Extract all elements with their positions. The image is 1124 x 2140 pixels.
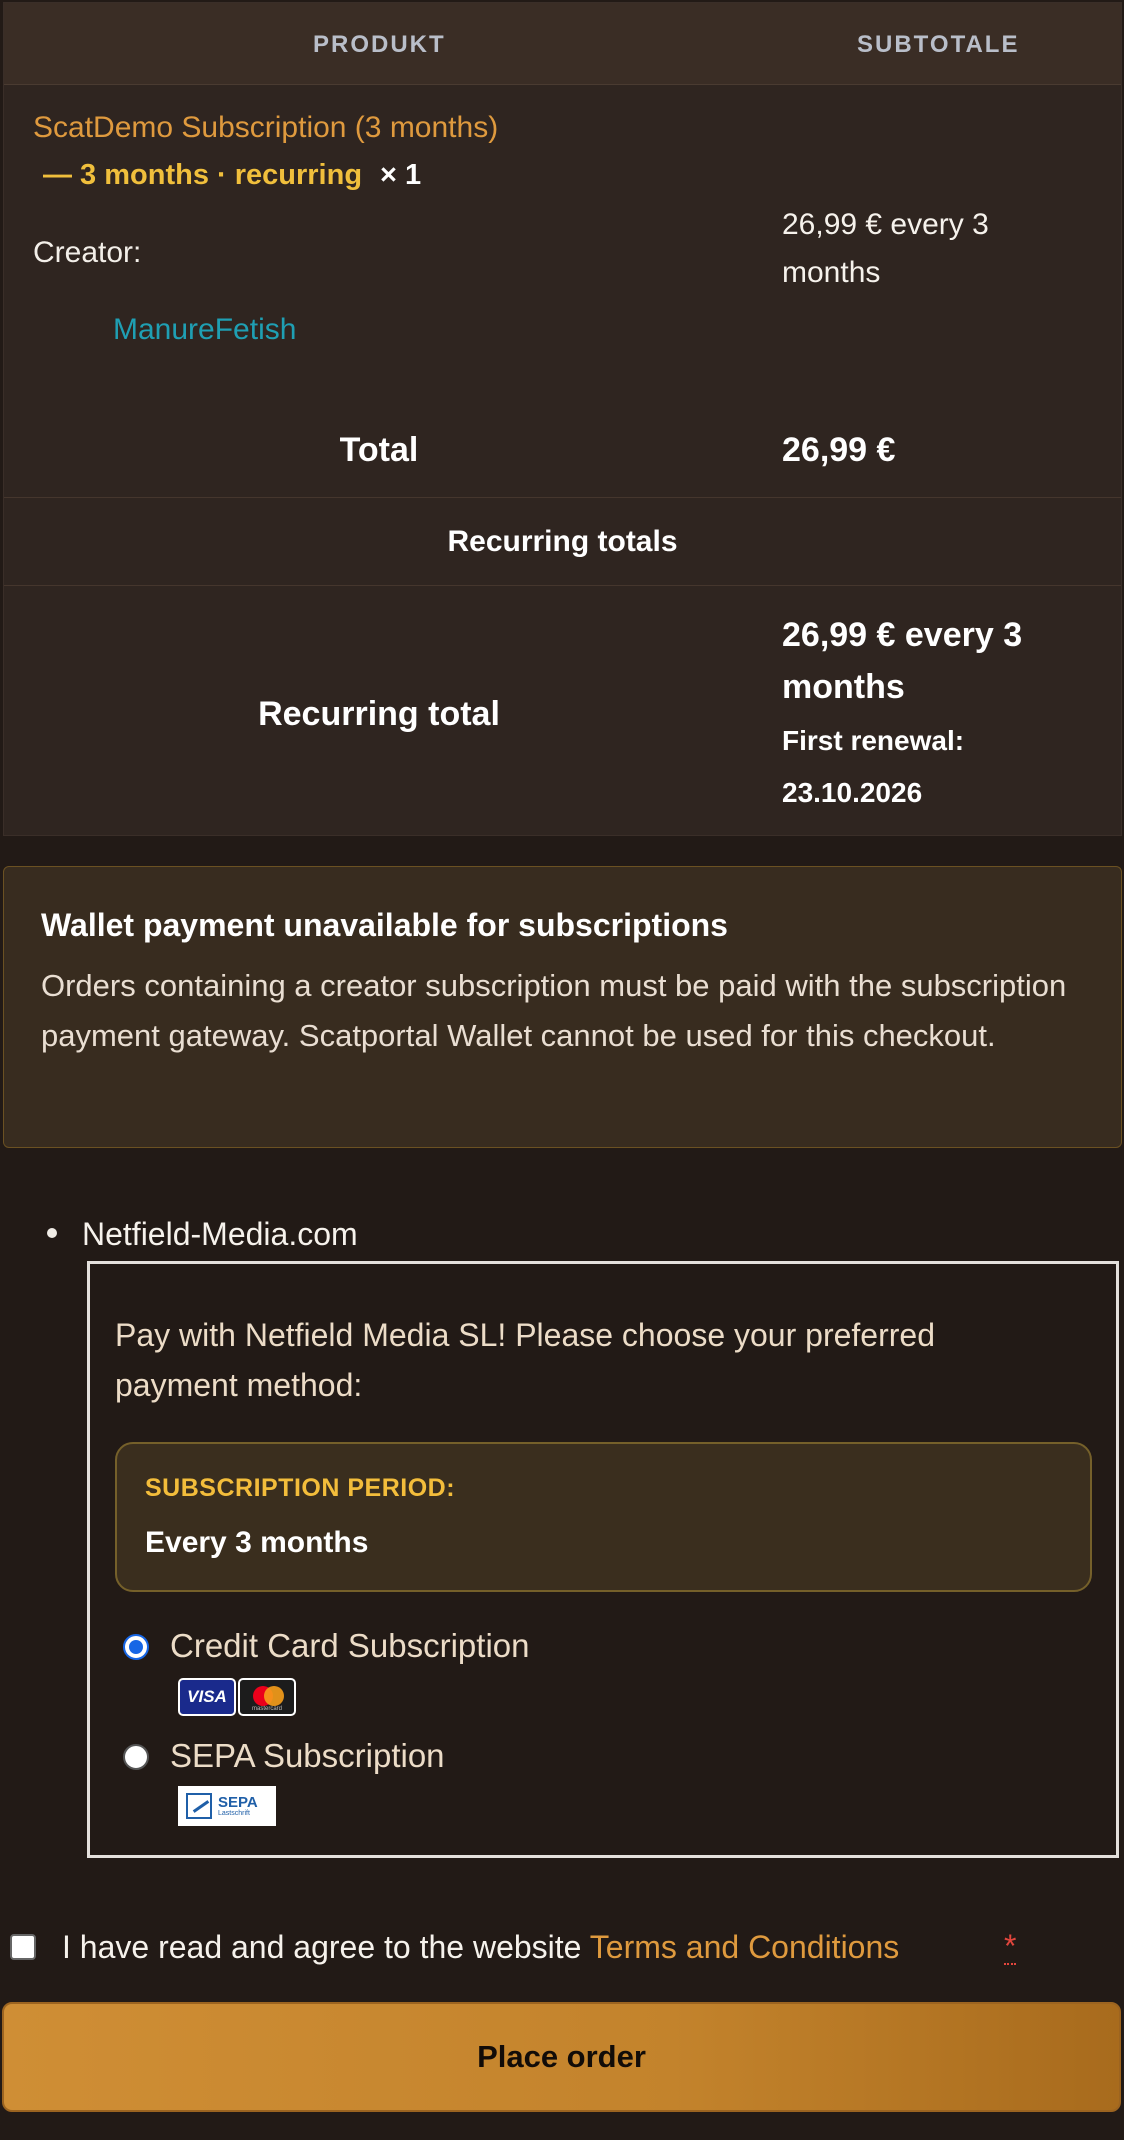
order-total-label: Total <box>339 431 419 469</box>
column-header-subtotal: SUBTOTALE <box>857 31 1020 58</box>
payment-gateway-description: Pay with Netfield Media SL! Please choos… <box>115 1317 935 1403</box>
credit-card-option-label[interactable]: Credit Card Subscription <box>170 1627 530 1665</box>
mastercard-logo: mastercard <box>238 1678 296 1716</box>
subscription-period-value: Every 3 months <box>145 1526 369 1559</box>
order-total-value: 26,99 € <box>782 431 896 469</box>
place-order-button[interactable]: Place order <box>2 2002 1121 2112</box>
first-renewal-date: First renewal: 23.10.2026 <box>782 725 965 808</box>
card-logos: VISA mastercard <box>178 1678 296 1716</box>
credit-card-radio[interactable] <box>123 1634 149 1660</box>
product-name: ScatDemo Subscription (3 months) <box>33 111 499 144</box>
notice-text: Orders containing a creator subscription… <box>41 968 1067 1053</box>
sepa-mark-icon <box>186 1793 212 1819</box>
subscription-period-label: SUBSCRIPTION PERIOD: <box>145 1474 456 1502</box>
product-variant-line: — 3 months · recurring × 1 <box>43 159 421 192</box>
payment-gateway-box: Pay with Netfield Media SL! Please choos… <box>87 1261 1119 1858</box>
sepa-radio[interactable] <box>123 1744 149 1770</box>
table-header: PRODUKT SUBTOTALE <box>4 3 1121 85</box>
terms-and-conditions-link[interactable]: Terms and Conditions <box>590 1929 899 1965</box>
recurring-total-label: Recurring total <box>258 695 500 733</box>
notice-title: Wallet payment unavailable for subscript… <box>41 907 728 943</box>
divider <box>4 497 1121 498</box>
visa-logo: VISA <box>178 1678 236 1716</box>
sepa-logo-text: SEPA Lastschrift <box>218 1795 258 1817</box>
sepa-logo-title: SEPA <box>218 1794 258 1811</box>
required-marker: * <box>1004 1928 1017 1965</box>
creator-label: Creator: <box>33 236 142 269</box>
product-variant: — 3 months · recurring <box>43 159 363 191</box>
sepa-option-label[interactable]: SEPA Subscription <box>170 1737 445 1775</box>
terms-text: I have read and agree to the website Ter… <box>62 1929 899 1966</box>
mastercard-circle-orange <box>264 1686 284 1706</box>
subscription-period-box: SUBSCRIPTION PERIOD: Every 3 months <box>115 1442 1092 1592</box>
terms-checkbox[interactable] <box>10 1934 36 1960</box>
terms-label: I have read and agree to the website <box>62 1929 582 1965</box>
recurring-total-value: 26,99 € every 3 months <box>782 616 1023 706</box>
divider <box>4 585 1121 586</box>
list-bullet <box>47 1228 57 1238</box>
sepa-logo-subtitle: Lastschrift <box>218 1810 250 1817</box>
creator-link[interactable]: ManureFetish <box>113 313 296 347</box>
recurring-totals-heading: Recurring totals <box>447 525 678 558</box>
payment-gateway-name[interactable]: Netfield-Media.com <box>82 1216 358 1253</box>
product-quantity: × 1 <box>380 159 422 191</box>
line-subtotal: 26,99 € every 3 months <box>782 208 989 289</box>
order-review-table: PRODUKT SUBTOTALE ScatDemo Subscription … <box>3 2 1122 836</box>
sepa-lastschrift-logo: SEPA Lastschrift <box>178 1786 276 1826</box>
mastercard-logo-text: mastercard <box>251 1706 282 1712</box>
wallet-unavailable-notice: Wallet payment unavailable for subscript… <box>3 866 1122 1148</box>
column-header-product: PRODUKT <box>313 31 446 58</box>
